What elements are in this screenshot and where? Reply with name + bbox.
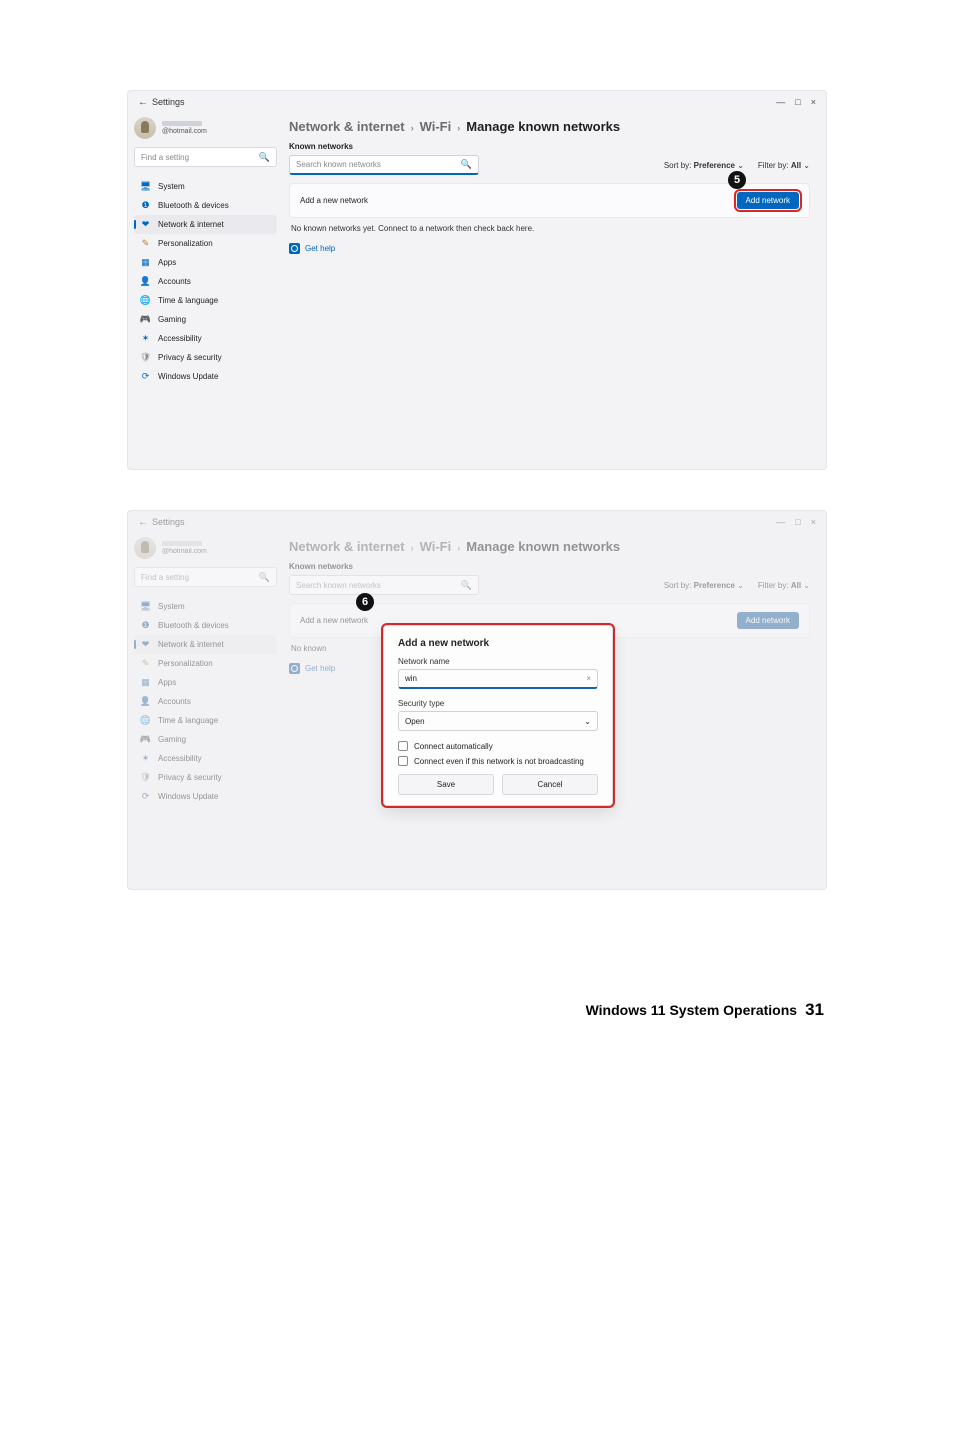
sidebar-item-label: System [158, 182, 185, 191]
sidebar-item-label: Accessibility [158, 334, 202, 343]
windows-update-icon: ⟳ [140, 371, 151, 382]
save-button[interactable]: Save [398, 774, 494, 795]
sidebar-item-apps[interactable]: ▦ Apps [134, 253, 277, 272]
personalization-icon: ✎ [140, 238, 151, 249]
cancel-button[interactable]: Cancel [502, 774, 598, 795]
chevron-icon: › [457, 123, 460, 133]
footer-page-number: 31 [805, 1000, 824, 1020]
maximize-button[interactable]: □ [795, 97, 800, 107]
user-email: @hotmail.com [162, 128, 207, 136]
network-name-input[interactable]: win × [398, 669, 598, 689]
sidebar-item-label: Time & language [158, 296, 218, 305]
time-language-icon: 🌐 [140, 295, 151, 306]
apps-icon: ▦ [140, 257, 151, 268]
checkbox-icon [398, 756, 408, 766]
sidebar-item-accessibility[interactable]: ✶ Accessibility [134, 329, 277, 348]
chevron-down-icon: ⌄ [584, 717, 591, 726]
add-network-card: Add a new network Add network [289, 183, 810, 218]
search-icon: 🔍 [259, 152, 270, 163]
sidebar-item-bluetooth-devices[interactable]: ❶ Bluetooth & devices [134, 196, 277, 215]
sidebar-item-label: Accounts [158, 277, 191, 286]
sidebar-item-label: Bluetooth & devices [158, 201, 229, 210]
sidebar-item-label: Windows Update [158, 372, 218, 381]
privacy-security-icon: 🛡 [140, 352, 151, 363]
sidebar-item-label: Personalization [158, 239, 213, 248]
accessibility-icon: ✶ [140, 333, 151, 344]
checkbox-icon [398, 741, 408, 751]
sidebar: @hotmail.com Find a setting 🔍 🖥 System ❶ Bl… [128, 113, 283, 469]
avatar [134, 117, 156, 139]
sidebar-item-privacy-security[interactable]: 🛡 Privacy & security [134, 348, 277, 367]
gaming-icon: 🎮 [140, 314, 151, 325]
chevron-icon: › [411, 123, 414, 133]
bluetooth-devices-icon: ❶ [140, 200, 151, 211]
sidebar-item-windows-update[interactable]: ⟳ Windows Update [134, 367, 277, 386]
sidebar-item-system[interactable]: 🖥 System [134, 177, 277, 196]
sort-by[interactable]: Sort by: Preference ⌄ [664, 161, 744, 170]
sidebar-item-label: Privacy & security [158, 353, 222, 362]
dialog-title: Add a new network [398, 638, 598, 649]
footer-title: Windows 11 System Operations [586, 1002, 798, 1018]
connect-hidden-checkbox[interactable]: Connect even if this network is not broa… [398, 756, 598, 766]
filter-by[interactable]: Filter by: All ⌄ [758, 161, 810, 170]
sidebar-item-personalization[interactable]: ✎ Personalization [134, 234, 277, 253]
minimize-button[interactable]: — [776, 97, 785, 107]
search-icon: 🔍 [461, 159, 472, 170]
known-networks-search[interactable]: Search known networks 🔍 [289, 155, 479, 175]
settings-window-step6: ← Settings — □ × @hotmail.com Find a set… [127, 510, 827, 890]
titlebar: ← Settings — □ × [128, 91, 826, 113]
accounts-icon: 👤 [140, 276, 151, 287]
sidebar-item-label: Apps [158, 258, 176, 267]
user-tile[interactable]: @hotmail.com [134, 117, 277, 139]
network-internet-icon: ❤ [140, 219, 151, 230]
empty-message: No known networks yet. Connect to a netw… [289, 222, 810, 243]
sidebar-item-label: Gaming [158, 315, 186, 324]
sidebar-search[interactable]: Find a setting 🔍 [134, 147, 277, 167]
sidebar-item-accounts[interactable]: 👤 Accounts [134, 272, 277, 291]
sidebar-item-network-internet[interactable]: ❤ Network & internet [134, 215, 277, 234]
close-button[interactable]: × [811, 97, 816, 107]
filter-bar: Sort by: Preference ⌄ Filter by: All ⌄ [664, 161, 810, 170]
search-placeholder: Search known networks [296, 160, 381, 169]
get-help-link[interactable]: Get help [289, 243, 810, 254]
settings-window-step5: ← Settings — □ × @hotmail.com Find a set… [127, 90, 827, 470]
user-name-redacted [162, 121, 202, 126]
clear-input-icon[interactable]: × [586, 674, 591, 683]
add-network-button[interactable]: Add network [737, 192, 799, 209]
sidebar-search-placeholder: Find a setting [141, 153, 189, 162]
security-type-select[interactable]: Open ⌄ [398, 711, 598, 731]
callout-six: 6 [356, 593, 374, 611]
back-button[interactable]: ← [134, 97, 152, 108]
nav-list: 🖥 System ❶ Bluetooth & devices ❤ Network & in… [134, 177, 277, 386]
sidebar-item-label: Network & internet [158, 220, 224, 229]
window-title: Settings [152, 97, 185, 107]
sidebar-item-time-language[interactable]: 🌐 Time & language [134, 291, 277, 310]
connect-auto-checkbox[interactable]: Connect automatically [398, 741, 598, 751]
main-pane: Network & internet › Wi-Fi › Manage know… [283, 113, 826, 469]
network-name-label: Network name [398, 657, 598, 666]
callout-five: 5 [728, 171, 746, 189]
page-footer: Windows 11 System Operations 31 [120, 1000, 834, 1020]
breadcrumb-wifi[interactable]: Wi-Fi [420, 119, 452, 134]
breadcrumb: Network & internet › Wi-Fi › Manage know… [289, 119, 810, 134]
add-network-label: Add a new network [300, 196, 368, 205]
add-network-dialog: Add a new network Network name win × Sec… [383, 625, 613, 806]
section-title: Known networks [289, 142, 810, 151]
breadcrumb-net[interactable]: Network & internet [289, 119, 405, 134]
breadcrumb-current: Manage known networks [466, 119, 620, 134]
security-type-label: Security type [398, 699, 598, 708]
system-icon: 🖥 [140, 181, 151, 192]
sidebar-item-gaming[interactable]: 🎮 Gaming [134, 310, 277, 329]
help-icon [289, 243, 300, 254]
